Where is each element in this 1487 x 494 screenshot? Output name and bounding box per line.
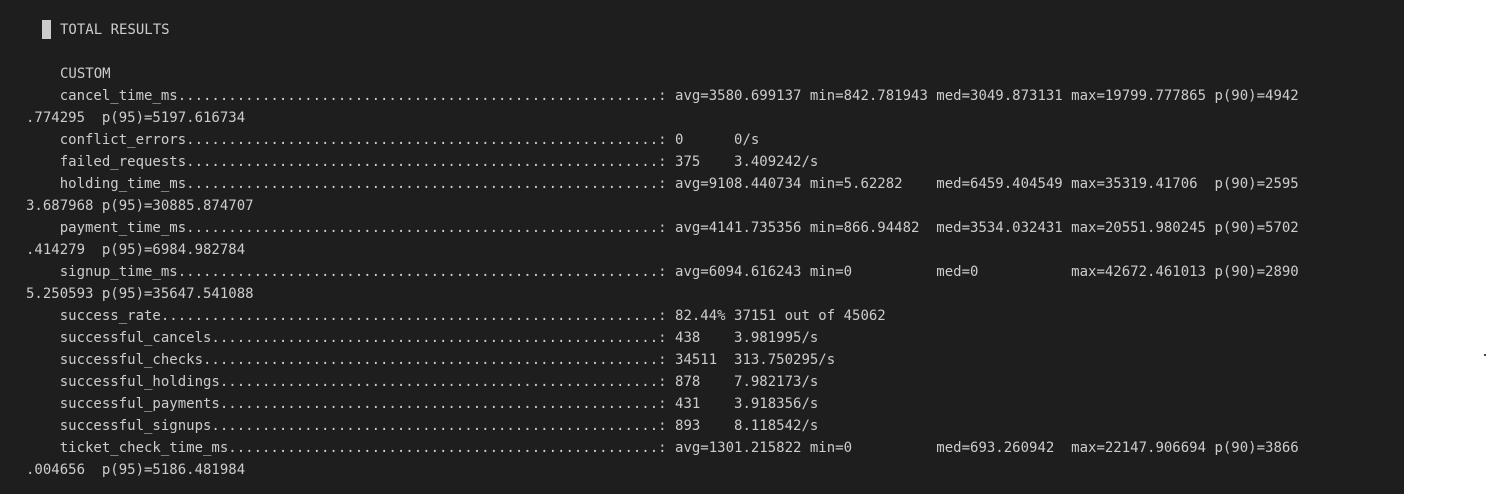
output-line: successful_holdings.....................… — [26, 374, 819, 390]
output-line: holding_time_ms.........................… — [26, 176, 1299, 192]
output-line: .774295 p(95)=5197.616734 — [26, 110, 246, 126]
output-line: successful_checks.......................… — [26, 352, 836, 368]
output-line: .004656 p(95)=5186.481984 — [26, 462, 246, 478]
output-line: payment_time_ms.........................… — [26, 220, 1299, 236]
output-line: 5.250593 p(95)=35647.541088 — [26, 286, 254, 302]
terminal-panel[interactable]: TOTAL RESULTS CUSTOM cancel_time_ms.....… — [0, 0, 1404, 494]
output-line: failed_requests.........................… — [26, 154, 819, 170]
output-line: signup_time_ms..........................… — [26, 264, 1299, 280]
output-line: successful_cancels......................… — [26, 330, 819, 346]
output-line: success_rate............................… — [26, 308, 886, 324]
section-marker — [42, 20, 51, 39]
output-line: cancel_time_ms..........................… — [26, 88, 1299, 104]
output-line: .414279 p(95)=6984.982784 — [26, 242, 246, 258]
side-panel — [1404, 0, 1487, 494]
output-line: 3.687968 p(95)=30885.874707 — [26, 198, 254, 214]
panel-dot — [1484, 354, 1486, 356]
output-line: ticket_check_time_ms....................… — [26, 440, 1299, 456]
group-title: CUSTOM — [60, 66, 111, 82]
output-line: successful_signups......................… — [26, 418, 819, 434]
section-title: TOTAL RESULTS — [60, 22, 170, 38]
output-line: conflict_errors.........................… — [26, 132, 760, 148]
output-line: successful_payments.....................… — [26, 396, 819, 412]
